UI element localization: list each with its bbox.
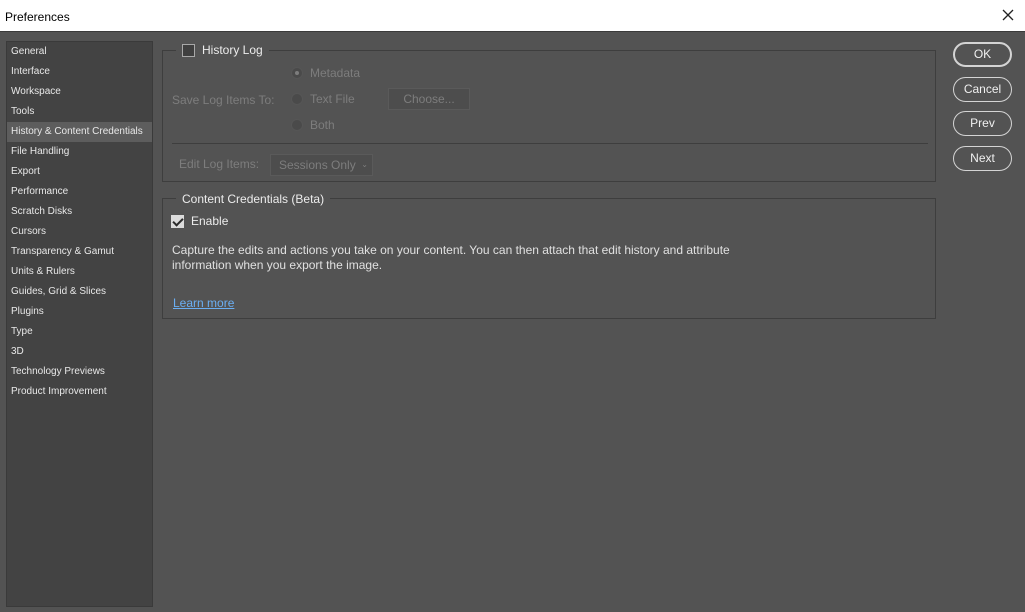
edit-log-items-dropdown[interactable]: Sessions Only ⌄ xyxy=(270,154,373,176)
description-line-1: Capture the edits and actions you take o… xyxy=(172,243,730,257)
edit-log-items-label: Edit Log Items: xyxy=(179,157,260,171)
enable-label: Enable xyxy=(191,214,229,228)
sidebar-item-product-improvement[interactable]: Product Improvement xyxy=(7,382,152,402)
enable-row[interactable]: Enable xyxy=(171,214,228,228)
save-log-items-label: Save Log Items To: xyxy=(172,93,275,107)
content-credentials-legend: Content Credentials (Beta) xyxy=(176,191,331,207)
sidebar-item-interface[interactable]: Interface xyxy=(7,62,152,82)
sidebar-item-plugins[interactable]: Plugins xyxy=(7,302,152,322)
learn-more-link[interactable]: Learn more xyxy=(173,296,234,310)
sidebar-item-export[interactable]: Export xyxy=(7,162,152,182)
sidebar-item-performance[interactable]: Performance xyxy=(7,182,152,202)
window-title: Preferences xyxy=(5,10,70,24)
both-label: Both xyxy=(310,118,335,132)
sidebar: General Interface Workspace Tools History & … xyxy=(6,41,153,607)
close-icon[interactable] xyxy=(999,6,1017,24)
both-radio[interactable] xyxy=(291,119,303,131)
ok-button[interactable]: OK xyxy=(953,42,1012,67)
sidebar-item-file-handling[interactable]: File Handling xyxy=(7,142,152,162)
history-log-label: History Log xyxy=(202,43,263,57)
description-line-2: information when you export the image. xyxy=(172,258,383,272)
sidebar-item-workspace[interactable]: Workspace xyxy=(7,82,152,102)
sidebar-item-type[interactable]: Type xyxy=(7,322,152,342)
history-log-legend[interactable]: History Log xyxy=(176,42,269,58)
history-log-checkbox[interactable] xyxy=(182,43,195,57)
next-button[interactable]: Next xyxy=(953,146,1012,171)
history-log-separator xyxy=(172,143,928,144)
prev-button[interactable]: Prev xyxy=(953,111,1012,136)
sidebar-item-history-content-credentials[interactable]: History & Content Credentials xyxy=(7,122,152,142)
enable-checkbox[interactable] xyxy=(171,214,184,228)
chevron-down-icon: ⌄ xyxy=(361,160,368,169)
text-file-label: Text File xyxy=(310,92,355,106)
metadata-label: Metadata xyxy=(310,66,361,80)
sidebar-item-scratch-disks[interactable]: Scratch Disks xyxy=(7,202,152,222)
sidebar-item-tools[interactable]: Tools xyxy=(7,102,152,122)
content-credentials-title: Content Credentials (Beta) xyxy=(182,192,325,206)
title-bar: Preferences xyxy=(0,0,1025,32)
cancel-button[interactable]: Cancel xyxy=(953,77,1012,102)
sidebar-item-cursors[interactable]: Cursors xyxy=(7,222,152,242)
sidebar-item-units-rulers[interactable]: Units & Rulers xyxy=(7,262,152,282)
metadata-radio[interactable] xyxy=(291,67,303,79)
sidebar-item-transparency-gamut[interactable]: Transparency & Gamut xyxy=(7,242,152,262)
sidebar-item-3d[interactable]: 3D xyxy=(7,342,152,362)
sidebar-item-general[interactable]: General xyxy=(7,42,152,62)
choose-button[interactable]: Choose... xyxy=(388,88,470,110)
text-file-radio[interactable] xyxy=(291,93,303,105)
edit-log-items-value: Sessions Only xyxy=(279,158,356,172)
sidebar-item-guides-grid-slices[interactable]: Guides, Grid & Slices xyxy=(7,282,152,302)
sidebar-item-technology-previews[interactable]: Technology Previews xyxy=(7,362,152,382)
